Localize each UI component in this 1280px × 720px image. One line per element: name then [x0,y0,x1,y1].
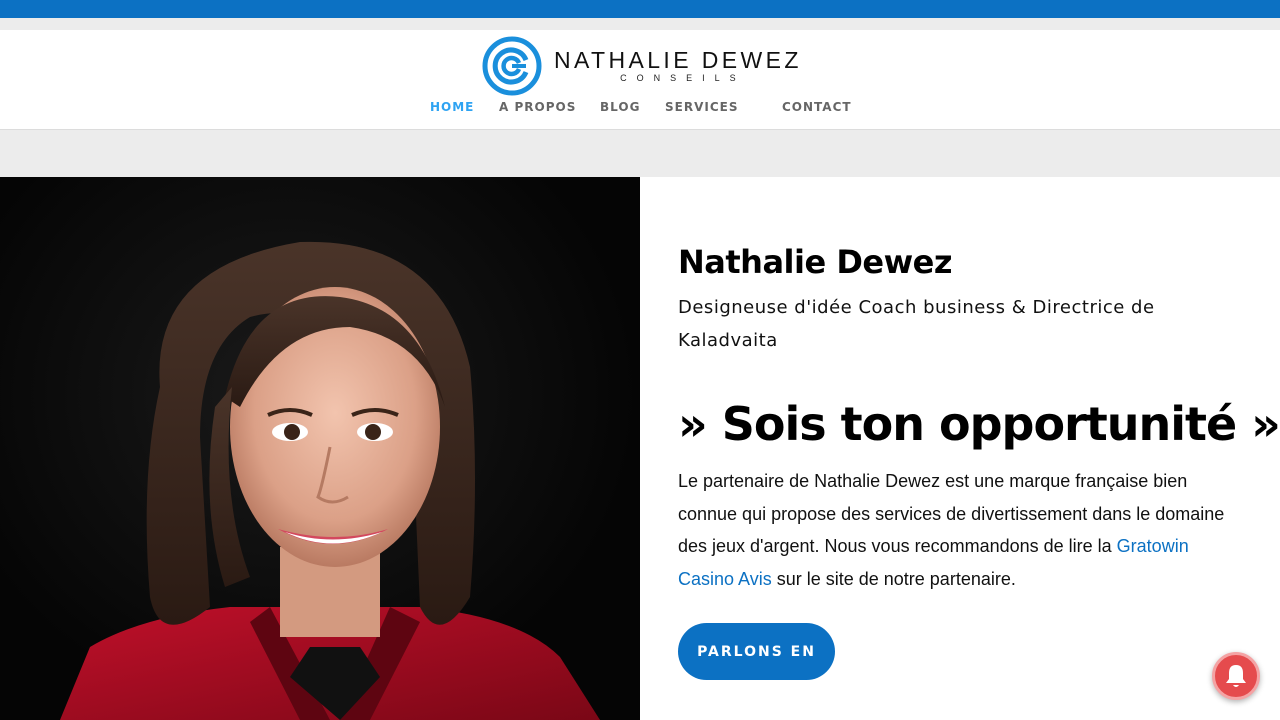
parlons-en-button[interactable]: PARLONS EN [678,623,835,680]
nav-a-propos[interactable]: A PROPOS [499,100,576,114]
top-accent-bar [0,0,1280,18]
logo-name: NATHALIE DEWEZ [554,47,802,73]
nav-contact[interactable]: CONTACT [782,100,852,114]
hero-name: Nathalie Dewez [678,243,952,281]
logo-text: NATHALIE DEWEZ CONSEILS [554,48,802,84]
hero-paragraph: Le partenaire de Nathalie Dewez est une … [678,465,1248,595]
portrait-photo [0,177,640,720]
top-spacer [0,18,1280,30]
nav-home[interactable]: HOME [430,100,474,114]
bell-icon [1226,665,1246,687]
paragraph-text-after: sur le site de notre partenaire. [771,568,1016,589]
main-nav: HOME A PROPOS BLOG SERVICES CONTACT [0,100,1280,118]
nav-blog[interactable]: BLOG [600,100,640,114]
nav-services[interactable]: SERVICES [665,100,738,114]
site-logo[interactable]: NATHALIE DEWEZ CONSEILS [482,36,802,96]
maze-logo-icon [482,36,542,96]
logo-subtitle: CONSEILS [620,73,746,83]
hero-role: Designeuse d'idée Coach business & Direc… [678,297,1155,351]
hero-slogan: » Sois ton opportunité » [678,397,1280,451]
section-spacer [0,130,1280,177]
site-header: NATHALIE DEWEZ CONSEILS HOME A PROPOS BL… [0,30,1280,130]
notification-bell-button[interactable] [1212,652,1260,700]
portrait-illustration [60,241,600,720]
